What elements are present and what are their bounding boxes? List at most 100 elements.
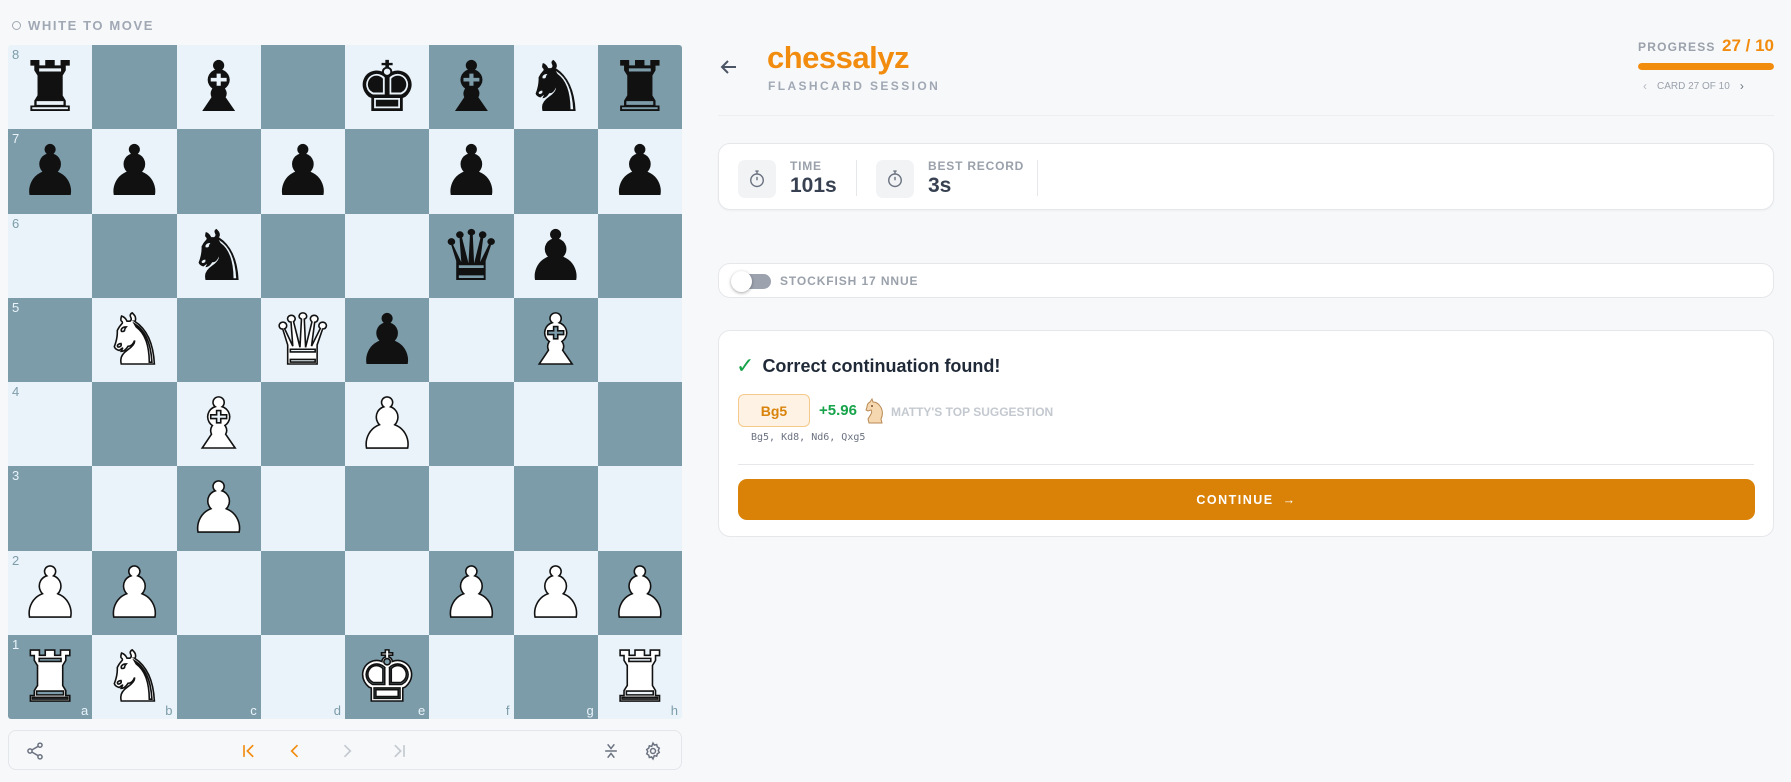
square-d5[interactable]: ♛ [260, 297, 345, 382]
square-f5[interactable] [429, 297, 514, 382]
continue-button[interactable]: CONTINUE → [738, 479, 1755, 520]
white-knight-icon[interactable]: ♞ [102, 304, 166, 376]
black-bishop-icon[interactable]: ♝ [440, 52, 503, 122]
square-b8[interactable] [92, 45, 177, 130]
flip-board-button[interactable] [599, 739, 623, 763]
black-rook-icon[interactable]: ♜ [608, 52, 671, 122]
first-move-button[interactable] [237, 739, 261, 763]
square-h2[interactable]: ♟ [597, 550, 682, 635]
prev-card-button[interactable]: ‹ [1643, 79, 1647, 93]
white-pawn-icon[interactable]: ♟ [102, 557, 166, 629]
square-d4[interactable] [260, 382, 345, 467]
black-knight-icon[interactable]: ♞ [187, 221, 250, 291]
square-h8[interactable]: ♜ [597, 45, 682, 130]
black-rook-icon[interactable]: ♜ [19, 52, 82, 122]
square-h4[interactable] [597, 382, 682, 467]
white-bishop-icon[interactable]: ♝ [523, 304, 587, 376]
square-c5[interactable] [176, 297, 261, 382]
square-a2[interactable]: 2 ♟ [8, 550, 93, 635]
square-b5[interactable]: ♞ [92, 297, 177, 382]
white-pawn-icon[interactable]: ♟ [355, 388, 419, 460]
square-f4[interactable] [429, 382, 514, 467]
square-a3[interactable]: 3 [8, 466, 93, 551]
square-b2[interactable]: ♟ [92, 550, 177, 635]
square-g3[interactable] [513, 466, 598, 551]
share-button[interactable] [23, 739, 47, 763]
black-queen-icon[interactable]: ♛ [440, 221, 503, 291]
square-d8[interactable] [260, 45, 345, 130]
square-b4[interactable] [92, 382, 177, 467]
square-b7[interactable]: ♟ [92, 129, 177, 214]
square-g1[interactable]: g [513, 634, 598, 719]
white-queen-icon[interactable]: ♛ [271, 304, 335, 376]
square-f3[interactable] [429, 466, 514, 551]
square-d3[interactable] [260, 466, 345, 551]
square-g2[interactable]: ♟ [513, 550, 598, 635]
square-g6[interactable]: ♟ [513, 213, 598, 298]
black-pawn-icon[interactable]: ♟ [271, 136, 334, 206]
square-a4[interactable]: 4 [8, 382, 93, 467]
square-c1[interactable]: c [176, 634, 261, 719]
square-b3[interactable] [92, 466, 177, 551]
black-bishop-icon[interactable]: ♝ [187, 52, 250, 122]
square-f6[interactable]: ♛ [429, 213, 514, 298]
square-a6[interactable]: 6 [8, 213, 93, 298]
square-f7[interactable]: ♟ [429, 129, 514, 214]
square-h3[interactable] [597, 466, 682, 551]
square-h6[interactable] [597, 213, 682, 298]
square-c3[interactable]: ♟ [176, 466, 261, 551]
white-bishop-icon[interactable]: ♝ [186, 388, 250, 460]
square-c7[interactable] [176, 129, 261, 214]
square-g7[interactable] [513, 129, 598, 214]
black-pawn-icon[interactable]: ♟ [524, 221, 587, 291]
square-e2[interactable] [345, 550, 430, 635]
square-h5[interactable] [597, 297, 682, 382]
black-pawn-icon[interactable]: ♟ [356, 305, 419, 375]
black-pawn-icon[interactable]: ♟ [19, 136, 82, 206]
square-e1[interactable]: e ♚ [345, 634, 430, 719]
square-f2[interactable]: ♟ [429, 550, 514, 635]
square-d6[interactable] [260, 213, 345, 298]
chess-board[interactable]: 8 ♜ ♝ ♚ ♝ ♞ ♜ 7 ♟ ♟ ♟ ♟ ♟ 6 ♞ ♛ ♟ 5 ♞ ♛ ♟ ♝ 4 ♝ ♟ 3 ♟ 2 ♟ ♟ ♟ ♟ ♟ 1 a ♜ b ♞ c d… [8, 45, 682, 719]
square-e7[interactable] [345, 129, 430, 214]
square-b6[interactable] [92, 213, 177, 298]
white-pawn-icon[interactable]: ♟ [608, 557, 672, 629]
white-pawn-icon[interactable]: ♟ [523, 557, 587, 629]
square-a8[interactable]: 8 ♜ [8, 45, 93, 130]
square-e3[interactable] [345, 466, 430, 551]
square-h1[interactable]: h ♜ [597, 634, 682, 719]
square-b1[interactable]: b ♞ [92, 634, 177, 719]
square-a7[interactable]: 7 ♟ [8, 129, 93, 214]
white-rook-icon[interactable]: ♜ [608, 641, 672, 713]
white-pawn-icon[interactable]: ♟ [18, 557, 82, 629]
square-f1[interactable]: f [429, 634, 514, 719]
square-f8[interactable]: ♝ [429, 45, 514, 130]
square-d7[interactable]: ♟ [260, 129, 345, 214]
white-rook-icon[interactable]: ♜ [18, 641, 82, 713]
white-pawn-icon[interactable]: ♟ [439, 557, 503, 629]
black-pawn-icon[interactable]: ♟ [440, 136, 503, 206]
black-knight-icon[interactable]: ♞ [524, 52, 587, 122]
square-e5[interactable]: ♟ [345, 297, 430, 382]
square-c4[interactable]: ♝ [176, 382, 261, 467]
square-g8[interactable]: ♞ [513, 45, 598, 130]
black-king-icon[interactable]: ♚ [356, 52, 419, 122]
back-button[interactable] [717, 55, 741, 79]
square-c2[interactable] [176, 550, 261, 635]
next-card-button[interactable]: › [1740, 79, 1744, 93]
square-c6[interactable]: ♞ [176, 213, 261, 298]
square-g5[interactable]: ♝ [513, 297, 598, 382]
white-knight-icon[interactable]: ♞ [102, 641, 166, 713]
square-a1[interactable]: 1 a ♜ [8, 634, 93, 719]
next-move-button[interactable] [335, 739, 359, 763]
prev-move-button[interactable] [283, 739, 307, 763]
square-e6[interactable] [345, 213, 430, 298]
square-e8[interactable]: ♚ [345, 45, 430, 130]
square-c8[interactable]: ♝ [176, 45, 261, 130]
engine-toggle[interactable] [731, 271, 771, 292]
settings-button[interactable] [641, 739, 665, 763]
black-pawn-icon[interactable]: ♟ [608, 136, 671, 206]
square-d2[interactable] [260, 550, 345, 635]
last-move-button[interactable] [387, 739, 411, 763]
black-pawn-icon[interactable]: ♟ [103, 136, 166, 206]
